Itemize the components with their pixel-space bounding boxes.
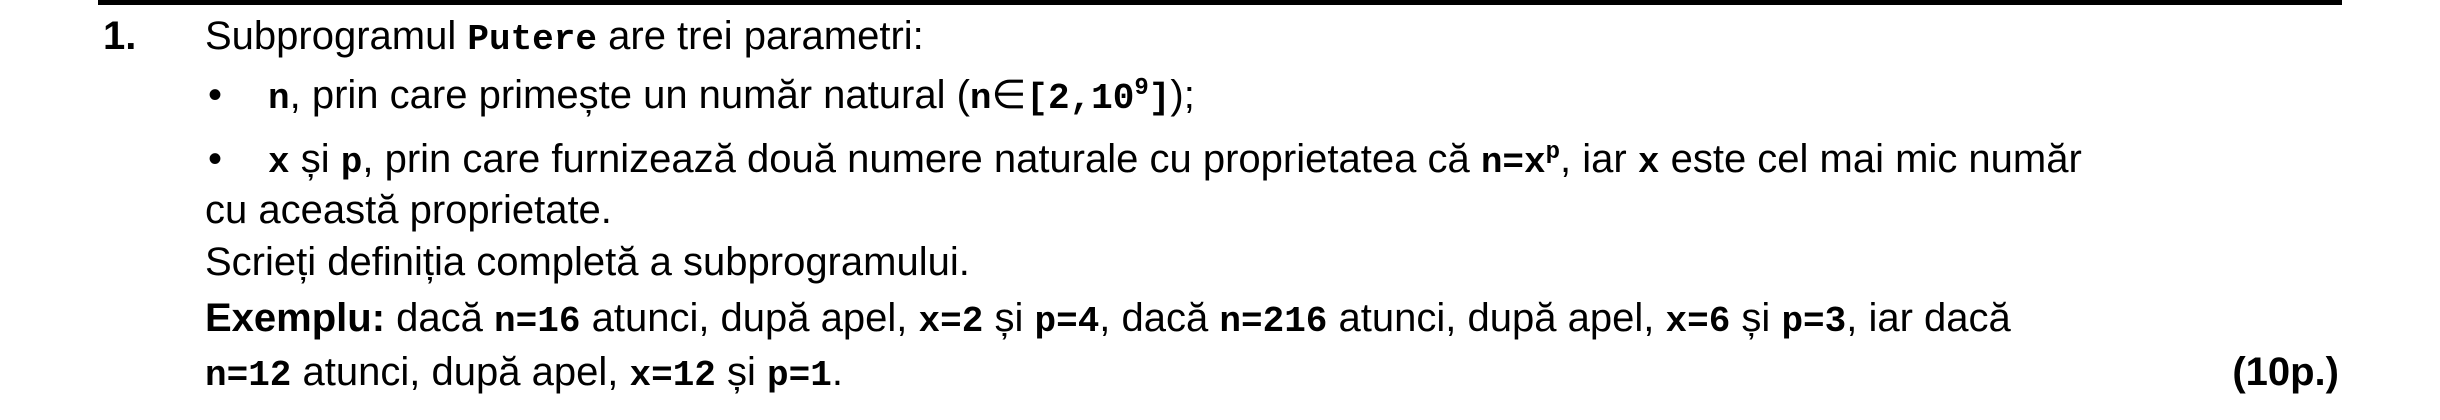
- example-line-2: n=12 atunci, după apel, x=12 și p=1.: [205, 346, 843, 402]
- problem-intro: Subprogramul Putere are trei parametri:: [205, 10, 924, 66]
- range-open: [2,10: [1026, 78, 1135, 119]
- bullet-2-marker: •: [208, 137, 223, 181]
- example-code-2: x=2: [918, 301, 984, 342]
- intro-rest: are trei parametri:: [608, 14, 924, 58]
- param-p: p: [340, 142, 363, 183]
- param-x: x: [268, 142, 290, 183]
- subprogram-name: Putere: [467, 19, 597, 60]
- top-horizontal-rule: [98, 0, 2342, 5]
- problem-number: 1.: [103, 14, 137, 58]
- example-code-3: p=4: [1034, 301, 1100, 342]
- points-label: (10p.): [2232, 350, 2339, 394]
- bullet-2-text-b: , iar: [1560, 137, 1627, 181]
- example-code-6: p=3: [1781, 301, 1847, 342]
- bullet-2-text-c: este cel mai mic număr: [1670, 137, 2082, 181]
- example-code-1: n=16: [494, 301, 581, 342]
- example-t8: atunci, după apel,: [302, 350, 619, 394]
- example-t7: , iar dacă: [1846, 296, 2011, 340]
- example-code-8: x=12: [629, 355, 716, 396]
- bullet-2-text-a: , prin care furnizează două numere natur…: [362, 137, 1470, 181]
- bullet-1-text: n, prin care primește un număr natural (…: [268, 69, 1195, 125]
- example-label: Exemplu:: [205, 296, 386, 340]
- param-x-2: x: [1637, 142, 1660, 183]
- bullet-2-continuation: cu această proprietate.: [205, 188, 612, 232]
- example-t4: , dacă: [1099, 296, 1209, 340]
- bullet-1-text-b: );: [1170, 73, 1195, 117]
- bullet-1-text-a: , prin care primește un număr natural (: [289, 73, 970, 117]
- example-t2: atunci, după apel,: [591, 296, 908, 340]
- example-code-9: p=1: [767, 355, 832, 396]
- example-t6: și: [1741, 296, 1771, 340]
- example-t9: și: [727, 350, 756, 394]
- param-n: n: [268, 78, 290, 119]
- example-line-1: Exemplu: dacă n=16 atunci, după apel, x=…: [205, 292, 2011, 348]
- intro-text: Subprogramul: [205, 14, 457, 58]
- example-code-5: x=6: [1665, 301, 1731, 342]
- param-n-2: n: [969, 78, 992, 119]
- set-membership-symbol: ∈: [991, 73, 1027, 117]
- example-code-4: n=216: [1219, 301, 1328, 342]
- range-close: ]: [1148, 78, 1171, 119]
- example-t3: și: [994, 296, 1024, 340]
- bullet-1-marker: •: [208, 73, 223, 117]
- example-t1: dacă: [396, 296, 483, 340]
- formula-exponent: p: [1545, 139, 1561, 166]
- formula: n=x: [1480, 142, 1546, 183]
- conj-si: și: [300, 137, 330, 181]
- example-t10: .: [831, 350, 843, 394]
- range-exponent: 9: [1134, 75, 1149, 102]
- example-code-7: n=12: [205, 355, 292, 396]
- bullet-2-text: x și p, prin care furnizează două numere…: [268, 133, 2082, 189]
- example-t5: atunci, după apel,: [1338, 296, 1655, 340]
- task-statement: Scrieți definiția completă a subprogramu…: [205, 240, 970, 284]
